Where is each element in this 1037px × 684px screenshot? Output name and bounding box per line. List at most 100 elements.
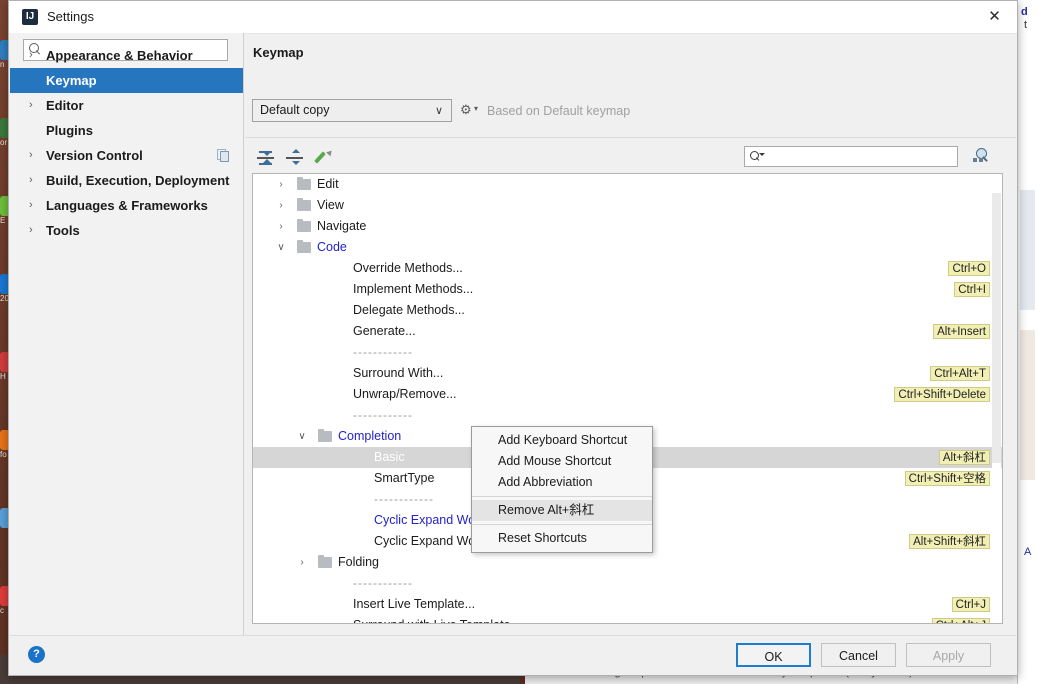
tree-row[interactable]: Surround with Live Template... Ctrl+Alt+J <box>253 615 1002 623</box>
shortcut-badge: Ctrl+Alt+T <box>930 366 990 381</box>
collapse-all-icon <box>263 152 271 156</box>
chevron-right-icon[interactable]: › <box>29 93 39 118</box>
folder-icon <box>297 240 311 253</box>
tree-row[interactable]: Generate... Alt+Insert <box>253 321 1002 342</box>
tree-row[interactable]: › Folding <box>253 552 1002 573</box>
tree-row-separator-dashes: ------------ <box>353 576 413 590</box>
keymap-find-input[interactable] <box>767 149 954 166</box>
find-by-shortcut-button[interactable] <box>970 146 994 168</box>
sidebar-item-label: Editor <box>46 98 84 113</box>
tree-row-label: Completion <box>338 429 402 443</box>
tree-scrollbar-thumb[interactable] <box>992 193 1001 463</box>
tree-row-label: Implement Methods... <box>353 282 474 296</box>
sidebar-item-label: Build, Execution, Deployment <box>46 173 230 188</box>
tree-row-label: Code <box>317 240 347 254</box>
tree-vertical-scrollbar[interactable] <box>992 175 1001 622</box>
chevron-down-icon[interactable]: ∨ <box>275 237 287 258</box>
keymap-dropdown[interactable]: Default copy ∨ <box>252 99 452 122</box>
close-icon: ✕ <box>988 8 1001 25</box>
sidebar-item-plugins[interactable]: Plugins <box>10 118 243 143</box>
shortcut-context-menu: Add Keyboard Shortcut Add Mouse Shortcut A… <box>471 426 653 553</box>
apply-button[interactable]: Apply <box>906 643 991 667</box>
sidebar-item-tools[interactable]: › Tools <box>10 218 243 243</box>
tree-row-label: Insert Live Template... <box>353 597 476 611</box>
caret-down-icon: ▾ <box>474 104 479 113</box>
settings-sidebar: › Appearance & Behavior Keymap › Editor Plugi… <box>10 33 244 638</box>
tree-row[interactable]: › Navigate <box>253 216 1002 237</box>
tree-row-label: Delegate Methods... <box>353 303 465 317</box>
sidebar-item-appearance-behavior[interactable]: › Appearance & Behavior <box>10 43 243 68</box>
folder-icon <box>318 429 332 442</box>
gear-icon: ⚙ <box>460 102 472 117</box>
folder-icon <box>318 555 332 568</box>
chevron-right-icon[interactable]: › <box>29 143 39 168</box>
keymap-find-box[interactable] <box>744 146 958 167</box>
tree-row[interactable]: Implement Methods... Ctrl+I <box>253 279 1002 300</box>
sidebar-item-keymap[interactable]: Keymap <box>10 68 243 93</box>
tree-separator-row: ------------ <box>253 405 1002 426</box>
tree-row[interactable]: Override Methods... Ctrl+O <box>253 258 1002 279</box>
toolbar-separator <box>245 137 1016 138</box>
tree-row-label: Generate... <box>353 324 416 338</box>
chevron-right-icon[interactable]: › <box>29 193 39 218</box>
intellij-icon-glyph: IJ <box>25 11 35 22</box>
shortcut-badge: Ctrl+Shift+空格 <box>904 471 990 486</box>
menu-item-reset-shortcuts[interactable]: Reset Shortcuts <box>472 528 652 549</box>
sidebar-item-languages-frameworks[interactable]: › Languages & Frameworks <box>10 193 243 218</box>
tree-row[interactable]: Surround With... Ctrl+Alt+T <box>253 363 1002 384</box>
based-on-label: Based on Default keymap <box>487 104 631 118</box>
menu-item-remove-alt[interactable]: Remove Alt+斜杠 <box>472 500 652 521</box>
chevron-right-icon[interactable]: › <box>29 43 39 68</box>
chevron-right-icon[interactable]: › <box>29 218 39 243</box>
pencil-icon <box>313 151 326 164</box>
close-button[interactable]: ✕ <box>972 1 1017 32</box>
sidebar-item-label: Tools <box>46 223 80 238</box>
keymap-settings-gear-button[interactable]: ⚙ ▾ <box>460 101 484 119</box>
tree-row-separator-dashes: ------------ <box>353 408 413 422</box>
menu-item-add-abbreviation[interactable]: Add Abbreviation <box>472 472 652 493</box>
shortcut-badge: Ctrl+O <box>948 261 990 276</box>
dialog-footer: ? OK Cancel Apply <box>10 635 1016 674</box>
background-editor-block-1 <box>1020 190 1035 310</box>
menu-item-add-keyboard-shortcut[interactable]: Add Keyboard Shortcut <box>472 430 652 451</box>
tree-row-label: Edit <box>317 177 339 191</box>
background-editor-strip: d t A <box>1017 0 1037 684</box>
keymap-toolbar <box>253 145 338 171</box>
sidebar-item-label: Plugins <box>46 123 93 138</box>
background-editor-line-2: t <box>1024 19 1028 31</box>
tree-row[interactable]: ∨ Code <box>253 237 1002 258</box>
chevron-right-icon[interactable]: › <box>275 174 287 195</box>
menu-separator <box>472 524 652 525</box>
menu-item-add-mouse-shortcut[interactable]: Add Mouse Shortcut <box>472 451 652 472</box>
tree-row-label: Override Methods... <box>353 261 463 275</box>
tree-row[interactable]: › Edit <box>253 174 1002 195</box>
tree-row[interactable]: Unwrap/Remove... Ctrl+Shift+Delete <box>253 384 1002 405</box>
sidebar-item-editor[interactable]: › Editor <box>10 93 243 118</box>
chevron-right-icon[interactable]: › <box>29 168 39 193</box>
background-editor-block-2 <box>1020 330 1035 480</box>
chevron-right-icon[interactable]: › <box>296 552 308 573</box>
help-icon: ? <box>33 648 40 660</box>
tree-row-label: Navigate <box>317 219 367 233</box>
dialog-title: Settings <box>47 9 94 24</box>
tree-row[interactable]: Delegate Methods... <box>253 300 1002 321</box>
sidebar-item-build-execution-deployment[interactable]: › Build, Execution, Deployment <box>10 168 243 193</box>
chevron-right-icon[interactable]: › <box>275 195 287 216</box>
help-button[interactable]: ? <box>28 646 45 663</box>
sidebar-item-version-control[interactable]: › Version Control <box>10 143 243 168</box>
chevron-down-icon[interactable]: ∨ <box>296 426 308 447</box>
sidebar-item-list: › Appearance & Behavior Keymap › Editor Plugi… <box>10 43 243 243</box>
edit-shortcut-button[interactable] <box>312 145 338 171</box>
background-editor-line-1: d <box>1021 6 1028 18</box>
cancel-button[interactable]: Cancel <box>821 643 896 667</box>
tree-row[interactable]: › View <box>253 195 1002 216</box>
collapse-all-button[interactable] <box>253 145 279 171</box>
tree-row[interactable]: Insert Live Template... Ctrl+J <box>253 594 1002 615</box>
ok-button[interactable]: OK <box>736 643 811 667</box>
tree-row-separator-dashes: ------------ <box>353 345 413 359</box>
shortcut-badge: Ctrl+J <box>951 597 990 612</box>
shortcut-badge: Alt+Insert <box>933 324 990 339</box>
chevron-right-icon[interactable]: › <box>275 216 287 237</box>
expand-all-button[interactable] <box>282 145 308 171</box>
search-icon <box>750 151 765 163</box>
